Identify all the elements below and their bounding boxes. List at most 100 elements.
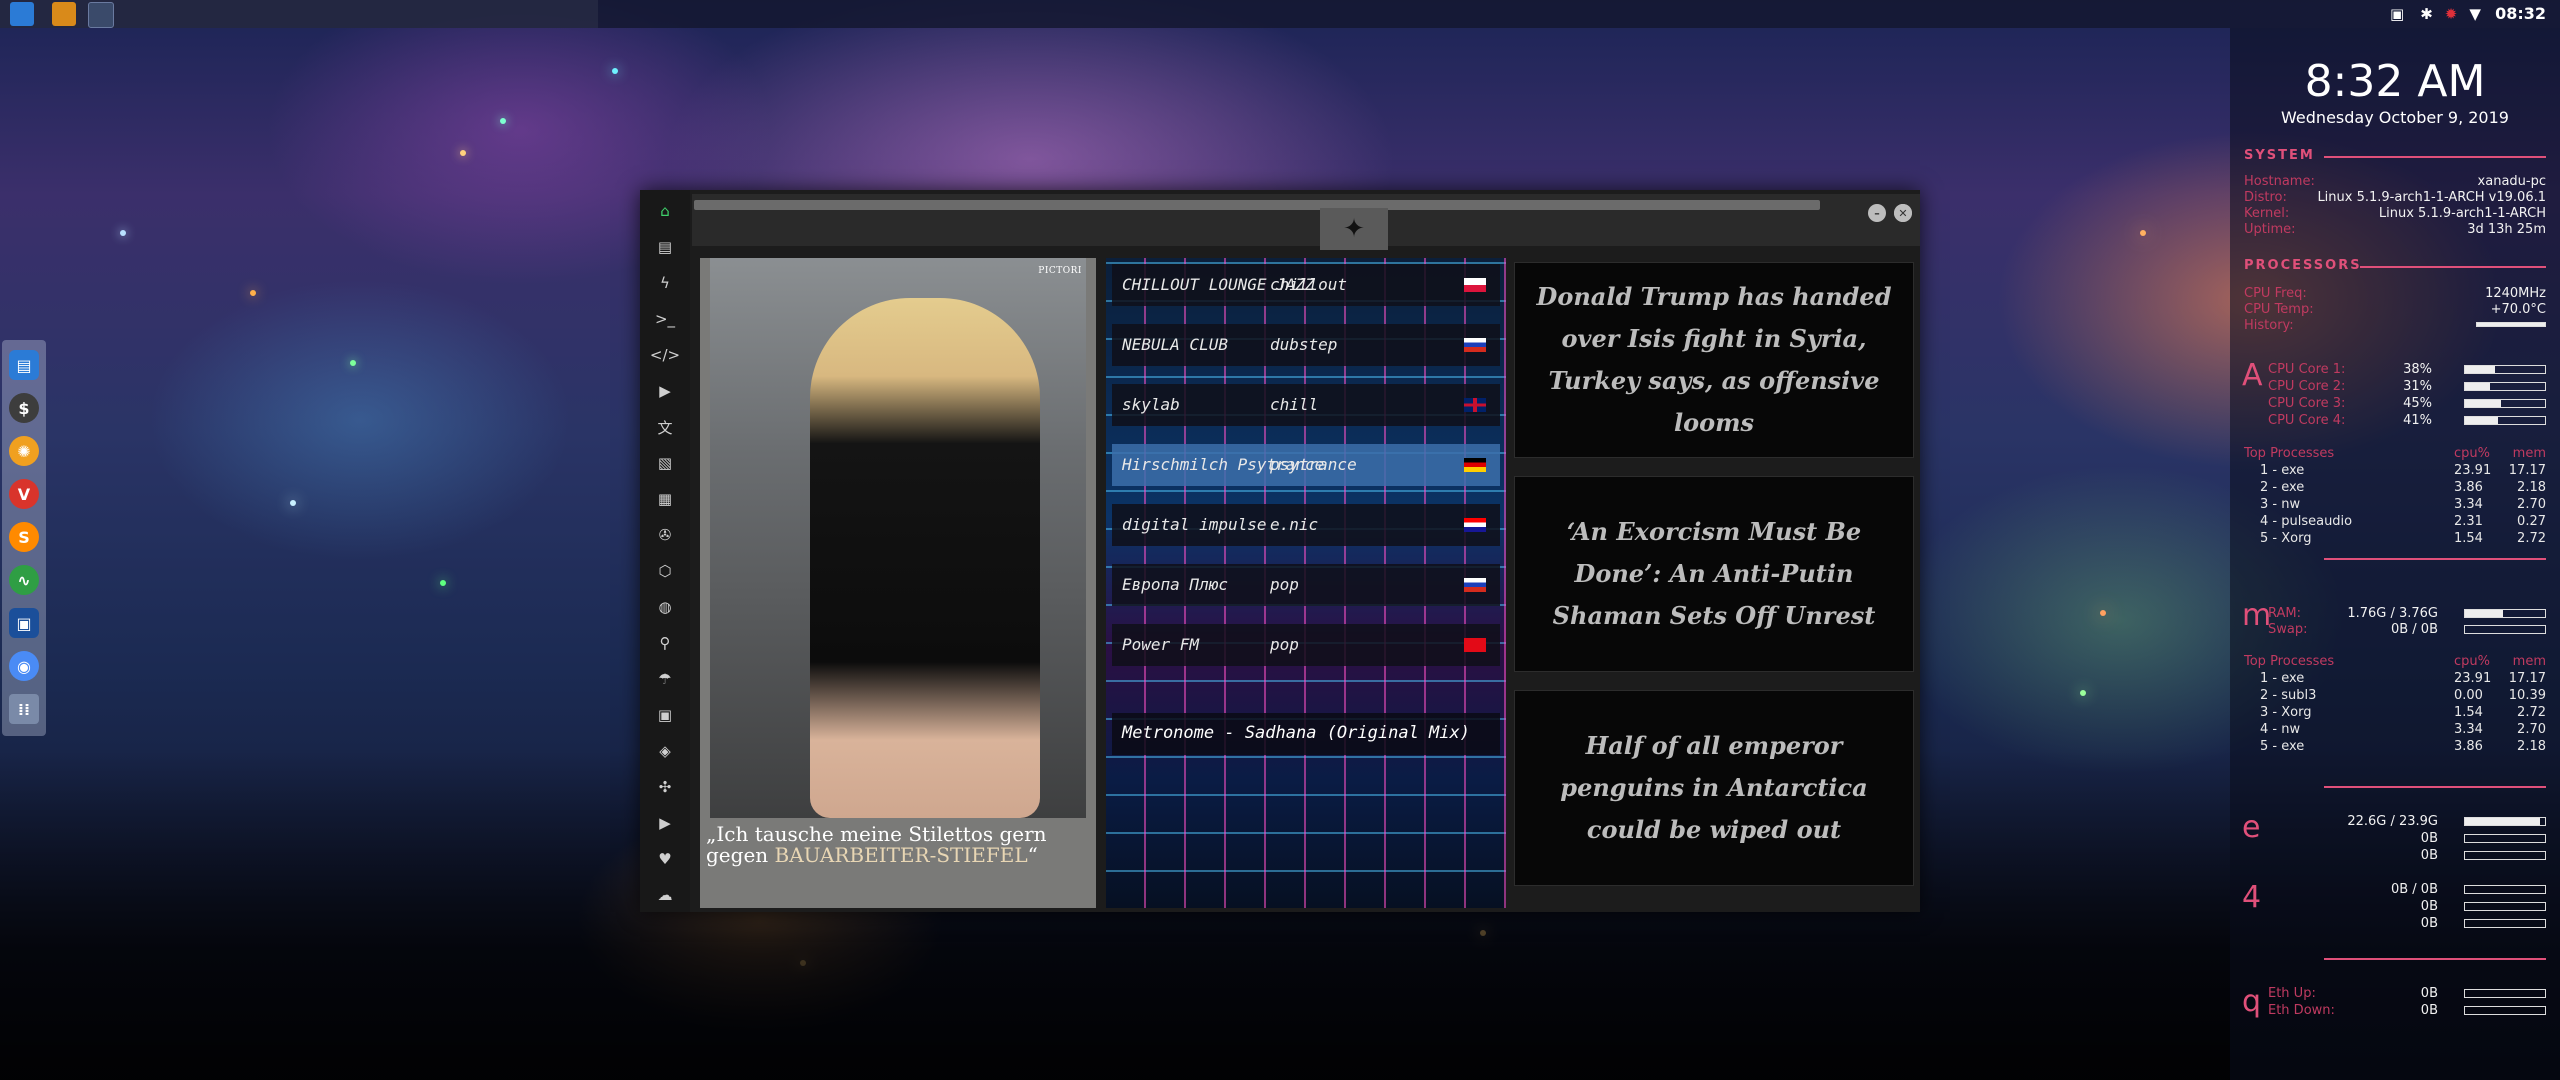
virtualbox-icon[interactable]: ▣ [9,608,39,638]
taskbar-left [0,0,598,28]
sublime-icon[interactable]: S [9,522,39,552]
ram-bar [2464,609,2546,618]
heart-icon[interactable]: ♥ [654,848,676,870]
app-dock: ▤ $ ✺ V S ∿ ▣ ◉ ⁞⁞ [2,340,46,736]
disk-root-row: 22.6G / 23.9G [2347,814,2438,829]
disk2-bar [2464,902,2546,911]
workspace-launcher-icon[interactable] [88,2,114,28]
station-name: Power FM [1122,635,1200,654]
news-card[interactable]: Half of all emperor penguins in Antarcti… [1514,690,1914,886]
cpu-core-bar [2464,416,2546,425]
station-row[interactable]: skylab chill [1112,384,1500,426]
system-heading: SYSTEM [2244,148,2315,163]
divider [2360,266,2546,268]
disk-read-bar [2464,834,2546,843]
cpu-core-row: CPU Core 1: 38% [2268,362,2432,377]
quote-accent: BAUARBEITER-STIEFEL [774,843,1028,867]
station-name: NEBULA CLUB [1122,335,1228,354]
terminal-icon[interactable]: >_ [654,308,676,330]
eth-up-bar [2464,989,2546,998]
magazine-panel[interactable]: PICTORI „Ich tausche meine Stilettos ger… [700,258,1096,908]
processors-heading: PROCESSORS [2244,258,2362,273]
station-genre: e.nic [1270,515,1319,534]
sublime-launcher-icon[interactable] [52,2,76,26]
search-icon[interactable]: ⚲ [654,632,676,654]
news-headline: Donald Trump has handed over Isis fight … [1536,282,1892,437]
station-genre: chillout [1270,275,1348,294]
globe-icon[interactable]: ◍ [654,596,676,618]
russia-flag-icon [1464,338,1486,352]
cpu-core-bar [2464,382,2546,391]
top-panel: ▣ ✱ ✹ ▼ 08:32 [0,0,2560,28]
process-row: 3 - nw 3.34 2.70 [2260,497,2546,512]
croatia-flag-icon [1464,518,1486,532]
close-button[interactable]: ✕ [1894,204,1912,222]
station-row[interactable]: NEBULA CLUB dubstep [1112,324,1500,366]
station-row[interactable]: Европа Плюс pop [1112,564,1500,606]
cloud-icon[interactable]: ☁ [654,884,676,906]
app-grid-icon[interactable]: ⁞⁞ [9,694,39,724]
contacts-icon[interactable]: ▣ [654,704,676,726]
eth-down-row: Eth Down: 0B [2268,1003,2438,1018]
cpu-core-bar [2464,399,2546,408]
germany-flag-icon [1464,458,1486,472]
image-icon[interactable]: ▧ [654,452,676,474]
conky-time: 8:32 AM [2304,56,2486,107]
files-icon[interactable]: ▤ [9,350,39,380]
aperture-icon[interactable]: ✇ [654,524,676,546]
title-progress-track [694,200,1820,210]
bug-icon[interactable]: ✹ [2445,5,2458,23]
chrome-icon[interactable]: ◉ [9,651,39,681]
image-icon[interactable]: ▣ [2390,5,2404,23]
panel-clock[interactable]: 08:32 [2495,4,2546,23]
umbrella-icon[interactable]: ☂ [654,668,676,690]
hexagon-icon[interactable]: ⬡ [654,560,676,582]
distro-row: Distro: Linux 5.1.9-arch1-1-ARCH v19.06.1 [2244,190,2546,205]
translate-icon[interactable]: 文 [654,416,676,438]
station-row[interactable]: CHILLOUT LOUNGE JAZZ chillout [1112,264,1500,306]
kernel-row: Kernel: Linux 5.1.9-arch1-1-ARCH [2244,206,2546,221]
expand-icon[interactable]: ✣ [654,776,676,798]
bolt-icon[interactable]: ϟ [654,272,676,294]
news-card[interactable]: ‘An Exorcism Must Be Done’: An Anti-Puti… [1514,476,1914,672]
station-genre: pop [1270,635,1299,654]
minimize-button[interactable]: – [1868,204,1886,222]
station-row[interactable]: Power FM pop [1112,624,1500,666]
news-card[interactable]: Donald Trump has handed over Isis fight … [1514,262,1914,458]
document-icon[interactable]: ▤ [654,236,676,258]
window-titlebar[interactable]: ✦ – ▪ [692,194,1920,250]
station-row-active[interactable]: Hirschmilch Psytrance psytrance [1112,444,1500,486]
russia-flag-icon [1464,578,1486,592]
disk2-bar [2464,919,2546,928]
magazine-figure [810,298,1040,818]
disk-root-bar [2464,817,2546,826]
wifi-icon[interactable]: ▼ [2469,5,2481,23]
station-row[interactable]: digital impulse e.nic [1112,504,1500,546]
files-launcher-icon[interactable] [10,2,34,26]
home-icon[interactable]: ⌂ [654,200,676,222]
gear-app-icon[interactable]: ✺ [9,436,39,466]
station-name: digital impulse [1122,515,1267,534]
station-genre: pop [1270,575,1299,594]
news-radio-app-window: ⌂ ▤ ϟ >_ </> ▶ 文 ▧ ▦ ✇ ⬡ ◍ ⚲ ☂ ▣ ◈ ✣ ▶ ♥… [640,190,1920,912]
station-genre: dubstep [1270,335,1338,354]
disk-write-row: 0B [2420,848,2438,863]
quote-suffix: “ [1027,843,1038,867]
youtube-icon[interactable]: ▶ [654,812,676,834]
system-tray: ▣ ✱ ✹ ▼ [2390,0,2481,28]
bluetooth-icon[interactable]: ✱ [2420,5,2433,23]
uk-flag-icon [1464,398,1486,412]
code-icon[interactable]: </> [650,344,680,366]
terminal-icon[interactable]: $ [9,393,39,423]
cpu-core-bar [2464,365,2546,374]
play-icon[interactable]: ▶ [654,380,676,402]
eth-up-row: Eth Up: 0B [2268,986,2438,1001]
system-monitor-icon[interactable]: ∿ [9,565,39,595]
swap-row: Swap: 0B / 0B [2268,622,2438,637]
dev-icon[interactable]: ◈ [654,740,676,762]
divider [2324,786,2546,788]
gallery-icon[interactable]: ▦ [654,488,676,510]
now-playing: Metronome - Sadhana (Original Mix) [1112,713,1500,755]
vivaldi-icon[interactable]: V [9,479,39,509]
cpu-core-row: CPU Core 3: 45% [2268,396,2432,411]
